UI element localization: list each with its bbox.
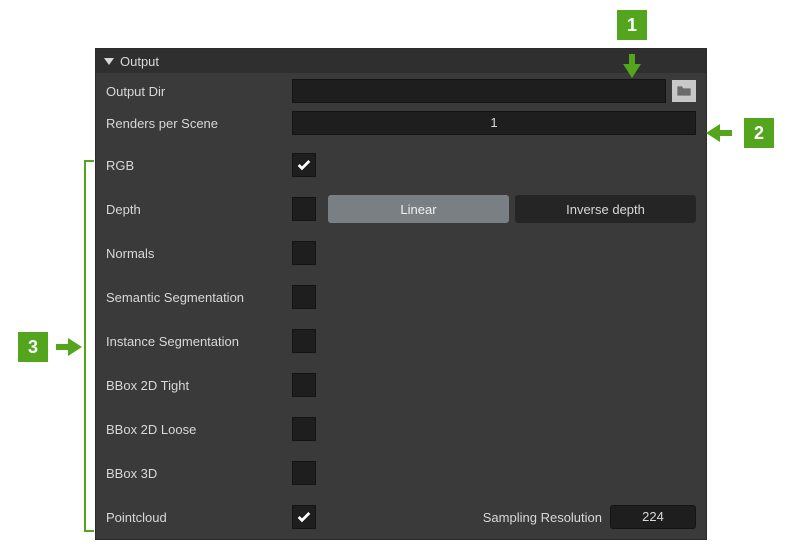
row-depth: Depth Linear Inverse depth <box>96 193 706 225</box>
checkbox-bbox2d-tight[interactable] <box>292 373 316 397</box>
bracket-icon <box>84 160 94 532</box>
arrow-down-icon <box>623 64 641 78</box>
row-semantic-seg: Semantic Segmentation <box>96 281 706 313</box>
renders-per-scene-input[interactable]: 1 <box>292 111 696 135</box>
callout-2: 2 <box>744 118 774 148</box>
label-bbox2d-loose: BBox 2D Loose <box>106 422 292 437</box>
check-icon <box>296 509 312 525</box>
checkbox-semantic-seg[interactable] <box>292 285 316 309</box>
checkbox-bbox2d-loose[interactable] <box>292 417 316 441</box>
label-renders-per-scene: Renders per Scene <box>106 116 292 131</box>
row-bbox2d-tight: BBox 2D Tight <box>96 369 706 401</box>
label-normals: Normals <box>106 246 292 261</box>
row-bbox3d: BBox 3D <box>96 457 706 489</box>
panel-title: Output <box>120 54 159 69</box>
depth-inverse-button[interactable]: Inverse depth <box>515 195 696 223</box>
label-output-dir: Output Dir <box>106 84 292 99</box>
arrow-right-icon <box>68 338 82 356</box>
panel-header[interactable]: Output <box>96 49 706 73</box>
checkbox-depth[interactable] <box>292 197 316 221</box>
label-bbox3d: BBox 3D <box>106 466 292 481</box>
depth-linear-button[interactable]: Linear <box>328 195 509 223</box>
row-normals: Normals <box>96 237 706 269</box>
label-bbox2d-tight: BBox 2D Tight <box>106 378 292 393</box>
checkbox-pointcloud[interactable] <box>292 505 316 529</box>
row-instance-seg: Instance Segmentation <box>96 325 706 357</box>
check-icon <box>296 157 312 173</box>
label-rgb: RGB <box>106 158 292 173</box>
row-rgb: RGB <box>96 149 706 181</box>
depth-mode-toggle: Linear Inverse depth <box>328 195 696 223</box>
label-sampling-resolution: Sampling Resolution <box>483 510 602 525</box>
label-instance-seg: Instance Segmentation <box>106 334 292 349</box>
checkbox-normals[interactable] <box>292 241 316 265</box>
collapse-arrow-icon <box>104 58 114 65</box>
checkbox-rgb[interactable] <box>292 153 316 177</box>
arrow-left-icon <box>706 124 720 142</box>
folder-icon <box>676 84 692 98</box>
sampling-resolution-input[interactable]: 224 <box>610 505 696 529</box>
output-panel: Output Output Dir Renders per Scene 1 RG… <box>95 48 707 540</box>
row-renders-per-scene: Renders per Scene 1 <box>96 109 706 137</box>
label-depth: Depth <box>106 202 292 217</box>
label-pointcloud: Pointcloud <box>106 510 292 525</box>
row-pointcloud: Pointcloud Sampling Resolution 224 <box>96 501 706 533</box>
callout-1: 1 <box>617 10 647 40</box>
checkbox-bbox3d[interactable] <box>292 461 316 485</box>
row-bbox2d-loose: BBox 2D Loose <box>96 413 706 445</box>
output-dir-input[interactable] <box>292 79 666 103</box>
callout-3: 3 <box>18 332 48 362</box>
label-semantic-seg: Semantic Segmentation <box>106 290 292 305</box>
row-output-dir: Output Dir <box>96 77 706 105</box>
checkbox-instance-seg[interactable] <box>292 329 316 353</box>
browse-folder-button[interactable] <box>672 80 696 102</box>
